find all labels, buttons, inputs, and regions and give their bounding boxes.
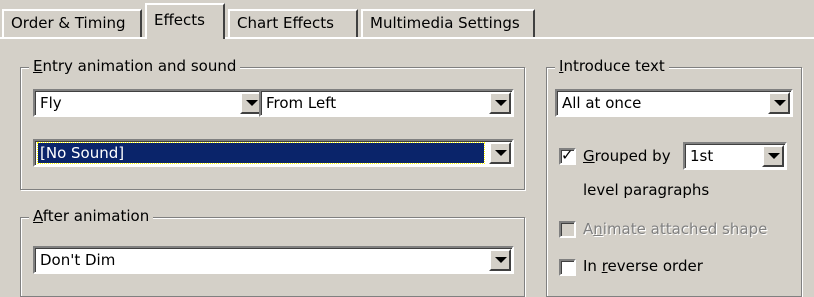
reverse-order-label[interactable]: In reverse order — [583, 257, 703, 275]
tab-label: Chart Effects — [237, 14, 334, 32]
reverse-order-checkbox[interactable] — [559, 259, 576, 276]
legend-text: ntroduce text — [563, 57, 665, 75]
entry-sound-value: [No Sound] — [37, 142, 485, 164]
tab-label: Order & Timing — [11, 14, 126, 32]
paragraph-level-value: 1st — [690, 147, 714, 165]
tab-order-timing[interactable]: Order & Timing — [2, 9, 142, 37]
grouped-by-checkbox[interactable]: ✓ — [559, 146, 576, 165]
level-paragraphs-label: level paragraphs — [583, 181, 710, 199]
label-text: rouped by — [594, 147, 671, 165]
grouped-by-label[interactable]: Grouped by — [583, 147, 671, 165]
entry-animation-legend: Entry animation and sound — [29, 57, 241, 75]
paragraph-level-select[interactable]: 1st — [683, 142, 787, 170]
checkmark-icon: ✓ — [561, 146, 574, 164]
after-animation-group: After animation Don't Dim — [20, 207, 525, 297]
introduce-text-value: All at once — [562, 94, 642, 112]
tab-strip: Order & Timing Effects Chart Effects Mul… — [0, 0, 814, 39]
tab-label: Effects — [154, 11, 205, 29]
after-animation-select[interactable]: Don't Dim — [33, 246, 514, 274]
entry-effect-select[interactable]: Fly — [33, 89, 265, 117]
entry-direction-value: From Left — [266, 94, 337, 112]
label-text: everse order — [607, 257, 703, 275]
introduce-text-select[interactable]: All at once — [555, 89, 793, 117]
legend-text: fter animation — [42, 207, 150, 225]
label-accesskey: n — [593, 220, 603, 238]
chevron-down-icon[interactable] — [768, 92, 790, 114]
tab-chart-effects[interactable]: Chart Effects — [228, 9, 358, 37]
tab-multimedia-settings[interactable]: Multimedia Settings — [361, 9, 535, 37]
label-text: A — [583, 220, 594, 238]
effects-panel: Entry animation and sound Fly From Left … — [0, 37, 814, 297]
after-animation-legend: After animation — [29, 207, 154, 225]
introduce-text-legend: Introduce text — [555, 57, 669, 75]
animate-attached-shape-checkbox[interactable] — [559, 221, 576, 238]
chevron-down-icon[interactable] — [489, 249, 511, 271]
chevron-down-icon[interactable] — [489, 92, 511, 114]
label-accesskey: G — [583, 147, 595, 165]
entry-effect-value: Fly — [40, 94, 62, 112]
entry-sound-select[interactable]: [No Sound] — [33, 139, 514, 167]
tab-effects[interactable]: Effects — [145, 3, 225, 39]
label-text: imate attached shape — [602, 220, 768, 238]
entry-direction-select[interactable]: From Left — [259, 89, 514, 117]
entry-animation-group: Entry animation and sound Fly From Left … — [20, 57, 525, 190]
tab-label: Multimedia Settings — [370, 14, 520, 32]
label-text: In — [583, 257, 602, 275]
animate-attached-shape-label: Animate attached shape — [583, 220, 767, 238]
introduce-text-group: Introduce text All at once ✓ Grouped by … — [546, 57, 802, 297]
legend-accesskey: A — [33, 207, 43, 225]
legend-text: ntry animation and sound — [42, 57, 237, 75]
chevron-down-icon[interactable] — [762, 145, 784, 167]
chevron-down-icon[interactable] — [489, 142, 511, 164]
after-animation-value: Don't Dim — [40, 251, 116, 269]
